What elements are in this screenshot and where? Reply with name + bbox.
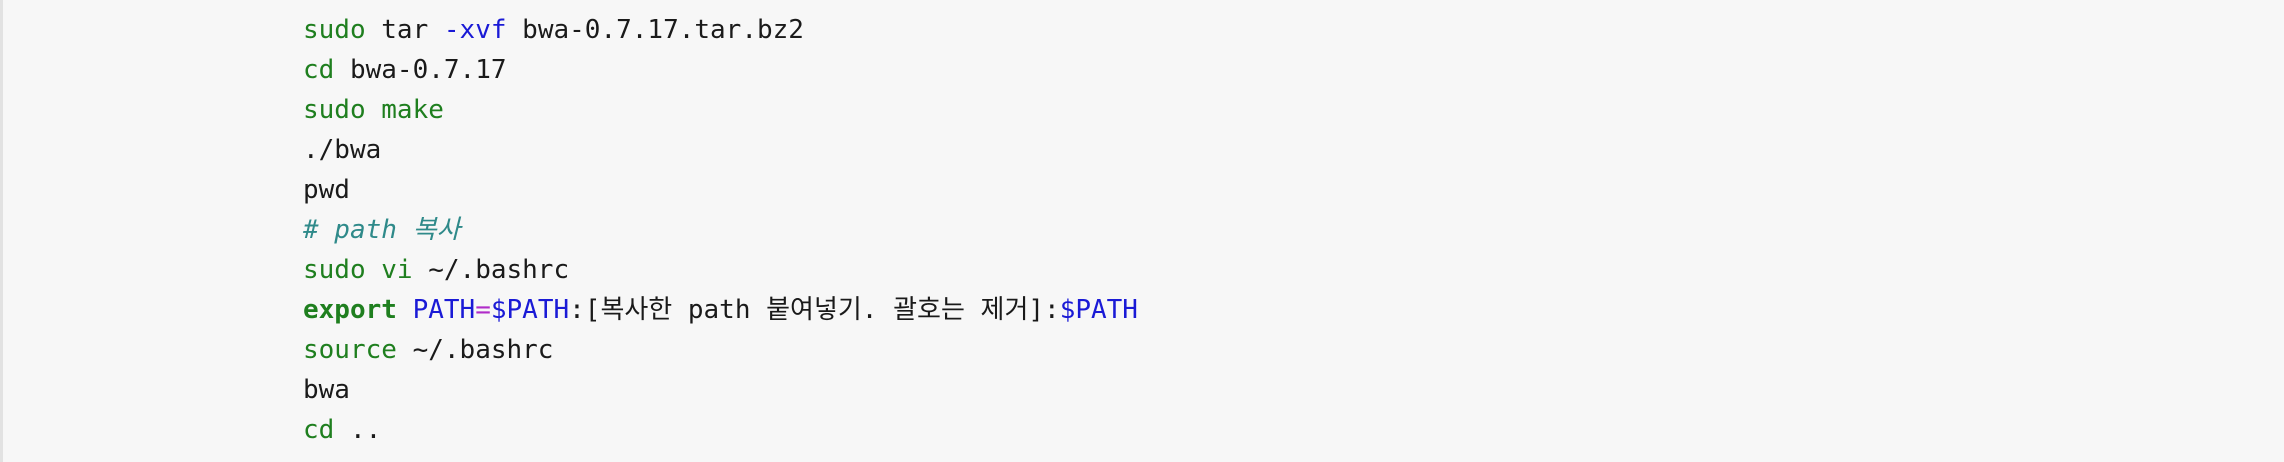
code-token-plain: ~/.bashrc xyxy=(396,335,554,365)
code-line: cd .. xyxy=(303,410,1138,450)
code-token-cmd: sudo make xyxy=(303,95,444,125)
code-token-var: $PATH xyxy=(1059,295,1138,325)
code-line: ./bwa xyxy=(303,130,1138,170)
code-token-cmd: sudo vi xyxy=(303,255,413,285)
code-token-plain: bwa xyxy=(303,375,350,405)
code-token-plain: tar xyxy=(365,15,444,45)
code-line: source ~/.bashrc xyxy=(303,330,1138,370)
code-line: sudo tar -xvf bwa-0.7.17.tar.bz2 xyxy=(303,10,1138,50)
code-line: # path 복사 xyxy=(303,210,1138,250)
code-line: sudo vi ~/.bashrc xyxy=(303,250,1138,290)
code-token-cmd: source xyxy=(303,335,397,365)
code-token-plain: :[복사한 path 붙여넣기. 괄호는 제거]: xyxy=(569,295,1060,325)
code-line: sudo make xyxy=(303,90,1138,130)
code-token-var: PATH xyxy=(412,295,476,325)
code-token-plain: bwa-0.7.17 xyxy=(334,55,507,85)
code-content: sudo tar -xvf bwa-0.7.17.tar.bz2 cd bwa-0… xyxy=(303,10,1138,450)
code-block: sudo tar -xvf bwa-0.7.17.tar.bz2 cd bwa-0… xyxy=(0,0,2284,462)
code-line: cd bwa-0.7.17 xyxy=(303,50,1138,90)
code-token-plain: .. xyxy=(334,415,382,445)
code-token-kw: export xyxy=(303,295,397,325)
code-token-cmd: cd xyxy=(303,415,335,445)
code-token-plain: ./bwa xyxy=(303,135,382,165)
code-token-cmd: sudo xyxy=(303,15,366,45)
code-token-cmd: cd xyxy=(303,55,335,85)
code-line: pwd xyxy=(303,170,1138,210)
code-line: bwa xyxy=(303,370,1138,410)
code-token-op: = xyxy=(475,295,491,325)
code-token-comment: # path 복사 xyxy=(303,215,461,245)
code-line: export PATH=$PATH:[복사한 path 붙여넣기. 괄호는 제거… xyxy=(303,290,1138,330)
code-token-opt: -xvf xyxy=(443,15,507,45)
code-token-plain: ~/.bashrc xyxy=(412,255,570,285)
code-token-plain: pwd xyxy=(303,175,350,205)
code-token-var: $PATH xyxy=(490,295,570,325)
code-token-plain: bwa-0.7.17.tar.bz2 xyxy=(506,15,804,45)
